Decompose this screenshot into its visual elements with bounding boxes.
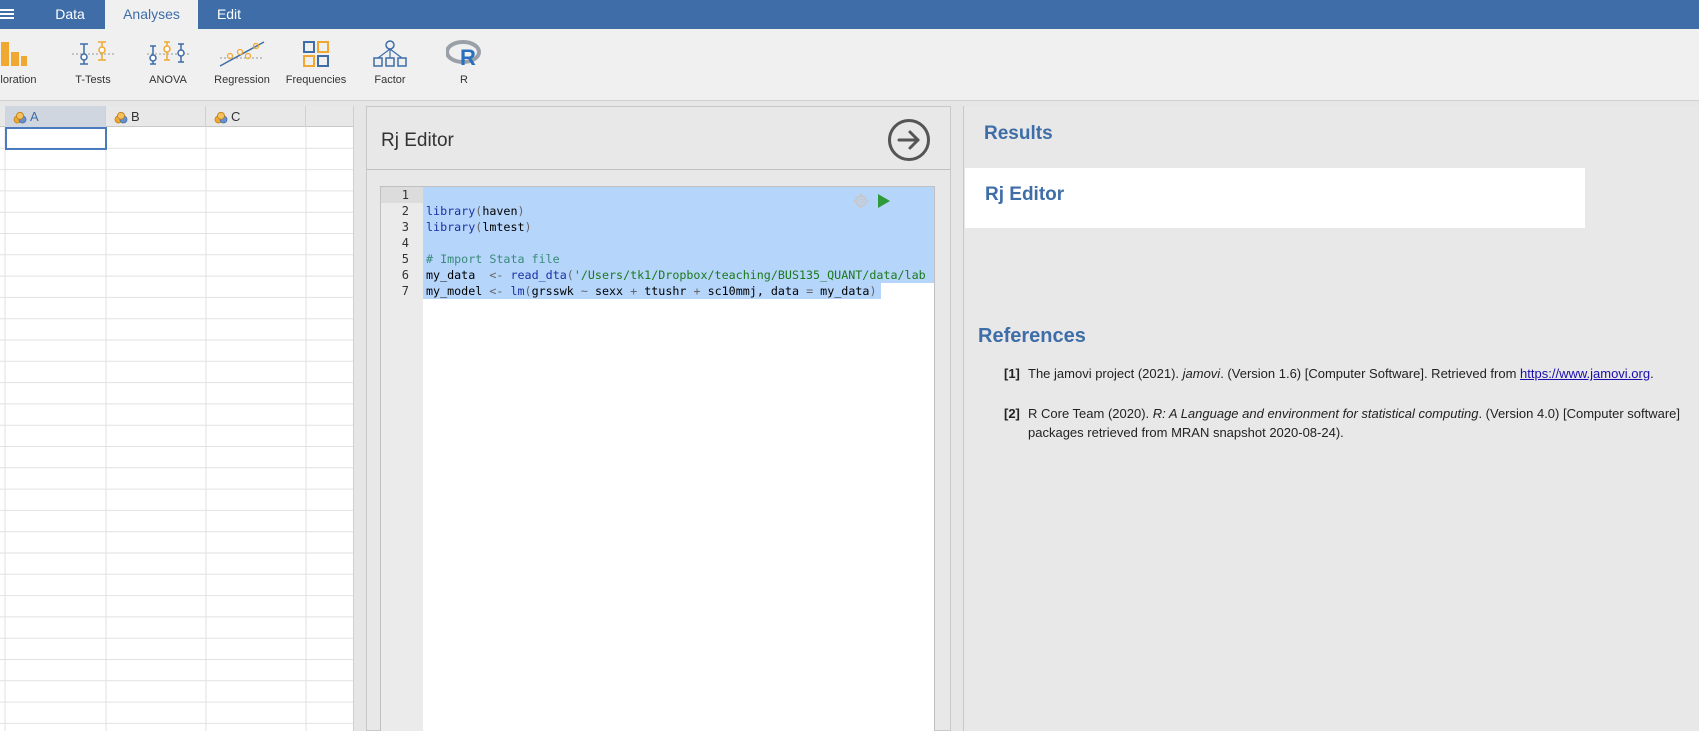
active-cell-a1[interactable]	[5, 127, 107, 150]
reference-text: The jamovi project (2021). jamovi. (Vers…	[1028, 366, 1654, 381]
code-line[interactable]: my_data <- read_dta('/Users/tk1/Dropbox/…	[426, 267, 926, 283]
column-header-a[interactable]: A	[5, 106, 106, 127]
column-label-c: C	[231, 109, 241, 124]
column-header-c[interactable]: C	[206, 106, 306, 127]
code-editor[interactable]: 1 2 3 4 5 6 7 library(haven) library(lmt…	[380, 186, 935, 731]
line-number: 7	[401, 284, 409, 298]
frequencies-icon	[303, 41, 329, 67]
results-panel: Results Rj Editor References [1] The jam…	[963, 106, 1699, 731]
editor-title: Rj Editor	[381, 130, 454, 151]
factor-button[interactable]: Factor	[362, 29, 418, 101]
results-title: Results	[984, 123, 1053, 144]
tab-edit[interactable]: Edit	[198, 0, 260, 29]
column-header-b[interactable]: B	[106, 106, 206, 127]
line-number: 3	[401, 220, 409, 234]
line-number: 5	[401, 252, 409, 266]
code-line[interactable]: library(haven)	[426, 203, 525, 219]
rj-editor-result-card[interactable]: Rj Editor	[965, 168, 1585, 228]
r-logo-icon: R	[446, 40, 481, 68]
code-line[interactable]: library(lmtest)	[426, 219, 532, 235]
reference-number: [2]	[1004, 406, 1020, 421]
nominal-variable-icon	[114, 111, 128, 123]
regression-button[interactable]: Regression	[211, 29, 273, 101]
column-header-row: A B C	[0, 106, 353, 127]
references-title: References	[978, 325, 1086, 347]
t-tests-label: T-Tests	[75, 74, 111, 86]
jamovi-window: Data Analyses Edit Exploration	[0, 0, 1699, 731]
hamburger-menu-icon[interactable]	[0, 9, 14, 20]
tab-analyses[interactable]: Analyses	[105, 0, 198, 30]
result-card-title: Rj Editor	[985, 184, 1065, 205]
run-play-icon[interactable]	[877, 194, 891, 208]
tab-data[interactable]: Data	[35, 0, 105, 29]
cell-grid[interactable]	[0, 127, 354, 731]
gear-icon[interactable]	[853, 193, 869, 209]
t-tests-icon	[72, 41, 114, 65]
factor-icon	[373, 40, 407, 67]
svg-text:R: R	[460, 45, 476, 68]
anova-icon	[147, 41, 189, 65]
nominal-variable-icon	[13, 111, 27, 123]
r-label: R	[460, 74, 468, 86]
line-number: 1	[401, 188, 409, 202]
jamovi-link[interactable]: https://www.jamovi.org	[1520, 366, 1650, 381]
factor-label: Factor	[374, 74, 406, 86]
line-number: 4	[401, 236, 409, 250]
code-line[interactable]: my_model <- lm(grsswk ~ sexx + ttushr + …	[426, 283, 876, 299]
code-line[interactable]: # Import Stata file	[426, 251, 560, 267]
arrow-right-icon	[897, 130, 920, 150]
top-menu-bar: Data Analyses Edit	[0, 0, 1699, 30]
reference-text: R Core Team (2020). R: A Language and en…	[1028, 406, 1681, 440]
regression-icon	[219, 41, 265, 67]
spreadsheet[interactable]: A B C	[0, 106, 354, 731]
rj-editor-panel: Rj Editor 1 2 3 4 5 6 7 library(haven) l…	[366, 106, 951, 731]
column-label-b: B	[131, 109, 140, 124]
close-editor-button[interactable]	[888, 119, 930, 161]
line-number: 6	[401, 268, 409, 282]
frequencies-button[interactable]: Frequencies	[283, 29, 349, 101]
exploration-button[interactable]: Exploration	[0, 29, 50, 101]
analyses-ribbon: Exploration T-Tests	[0, 29, 1699, 101]
editor-divider	[367, 169, 950, 170]
frequencies-label: Frequencies	[285, 74, 347, 86]
column-label-a: A	[30, 109, 39, 124]
r-button[interactable]: R R	[440, 29, 488, 101]
line-number: 2	[401, 204, 409, 218]
regression-label: Regression	[214, 74, 270, 86]
panel-divider[interactable]	[354, 106, 366, 731]
exploration-label: Exploration	[0, 74, 37, 86]
reference-number: [1]	[1004, 366, 1020, 381]
bar-chart-icon	[1, 42, 27, 66]
anova-label: ANOVA	[149, 74, 187, 86]
anova-button[interactable]: ANOVA	[140, 29, 196, 101]
t-tests-button[interactable]: T-Tests	[65, 29, 121, 101]
nominal-variable-icon	[214, 111, 228, 123]
